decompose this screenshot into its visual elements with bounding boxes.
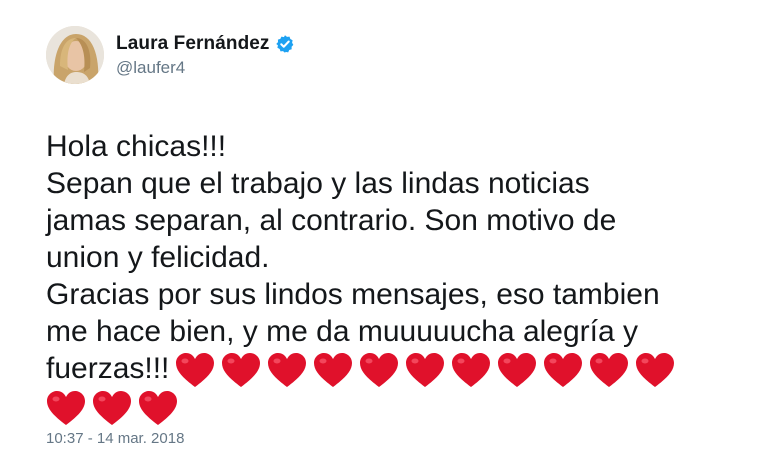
user-info: Laura Fernández @laufer4 [116, 33, 295, 78]
avatar-image [46, 26, 104, 84]
name-row: Laura Fernández [116, 33, 295, 55]
heart-icon [498, 353, 537, 388]
display-name[interactable]: Laura Fernández [116, 33, 270, 55]
verified-badge-icon [275, 34, 293, 53]
tweet-line: Hola chicas!!! [46, 130, 227, 163]
heart-icon [93, 391, 131, 426]
tweet-line: Gracias por sus lindos mensajes, eso tam… [46, 278, 660, 311]
heart-icon [47, 391, 85, 426]
tweet-card: Laura Fernández @laufer4 Hola chicas!!! … [0, 0, 767, 458]
hearts-row-2 [46, 390, 751, 426]
hearts-row-1 [175, 352, 681, 388]
user-handle[interactable]: @laufer4 [116, 58, 295, 78]
heart-icon [360, 353, 399, 388]
heart-icon [139, 391, 177, 426]
tweet-line: jamas separan, al contrario. Son motivo … [46, 204, 617, 237]
tweet-header: Laura Fernández @laufer4 [46, 24, 767, 86]
heart-icon [268, 353, 307, 388]
heart-icon [406, 353, 445, 388]
tweet-line: me hace bien, y me da muuuuucha alegría … [46, 315, 639, 348]
tweet-line-with-hearts: fuerzas!!! [46, 350, 751, 388]
heart-icon [314, 353, 353, 388]
tweet-line: fuerzas!!! [46, 352, 170, 385]
heart-icon [452, 353, 491, 388]
avatar[interactable] [46, 26, 104, 84]
heart-icon [176, 353, 215, 388]
heart-icon [544, 353, 583, 388]
heart-icon [590, 353, 629, 388]
tweet-text: Hola chicas!!! Sepan que el trabajo y la… [46, 128, 751, 426]
tweet-line: union y felicidad. [46, 241, 270, 274]
tweet-line: Sepan que el trabajo y las lindas notici… [46, 167, 590, 200]
heart-icon [636, 353, 675, 388]
heart-icon [222, 353, 261, 388]
tweet-timestamp[interactable]: 10:37 - 14 mar. 2018 [46, 430, 184, 447]
